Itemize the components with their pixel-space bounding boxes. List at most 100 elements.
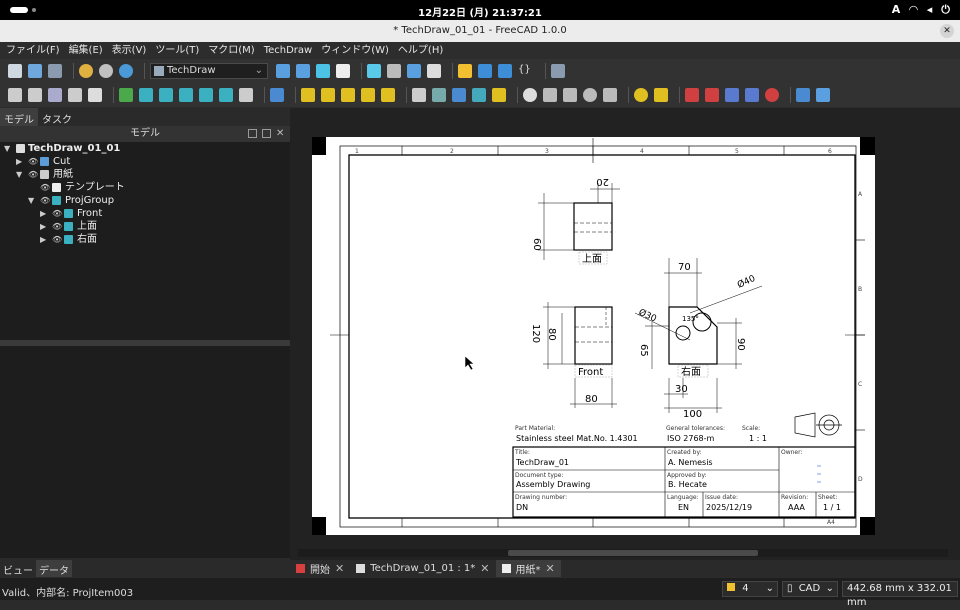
workbench-selector[interactable]: TechDraw ⌄ [150, 63, 268, 79]
macro-code-icon[interactable]: {} [518, 64, 534, 78]
zoom-fit-icon[interactable] [276, 64, 290, 78]
power-icon[interactable]: ⏻ [941, 3, 950, 17]
export-page-icon[interactable] [68, 88, 82, 102]
dimension-label[interactable]: 60 [531, 238, 542, 251]
hatch-icon[interactable] [270, 88, 284, 102]
tree-item-document[interactable]: ▼ TechDraw_01_01 [0, 142, 290, 155]
tools-icon[interactable] [427, 64, 441, 78]
doc-type-value[interactable]: Assembly Drawing [516, 480, 590, 489]
system-tray[interactable]: A ◠ ◂ ⏻ [892, 3, 950, 17]
cosmetic-vertex-icon[interactable] [563, 88, 577, 102]
drawing-canvas[interactable]: 1 2 3 4 5 6 A B C D A4 20 60 上面 120 80 F… [290, 108, 960, 560]
dimension-label[interactable]: 70 [678, 262, 691, 273]
visibility-eye-icon[interactable]: 👁 [28, 168, 38, 181]
weld-symbol-icon[interactable] [634, 88, 648, 102]
center-mark-icon[interactable] [523, 88, 537, 102]
balloon-icon[interactable] [452, 88, 466, 102]
menu-tools[interactable]: ツール(T) [155, 42, 199, 59]
tab-model[interactable]: モデル [0, 108, 38, 126]
close-tab-icon[interactable]: ✕ [335, 562, 344, 575]
visibility-eye-icon[interactable]: 👁 [28, 155, 38, 168]
insert-view-icon[interactable] [119, 88, 133, 102]
system-clock[interactable]: 12月22日 (月) 21:37:21 [0, 4, 960, 19]
revision-value[interactable]: AAA [788, 503, 805, 512]
tree-item-right[interactable]: ▶ 👁 右面 [0, 233, 290, 246]
drawing-number-value[interactable]: DN [516, 503, 528, 512]
expand-arrow-icon[interactable]: ▶ [40, 220, 46, 233]
menu-view[interactable]: 表示(V) [112, 42, 147, 59]
insert-page-icon[interactable] [8, 88, 22, 102]
annotation-icon[interactable] [412, 88, 426, 102]
expand-arrow-icon[interactable]: ▶ [40, 207, 46, 220]
expand-arrow-icon[interactable]: ▼ [4, 142, 10, 155]
language-value[interactable]: EN [678, 503, 689, 512]
menu-edit[interactable]: 編集(E) [69, 42, 103, 59]
dimension-label[interactable]: 100 [683, 409, 702, 420]
float-panel-icon[interactable] [248, 129, 257, 138]
print-icon[interactable] [88, 88, 102, 102]
visibility-eye-icon[interactable]: 👁 [52, 233, 62, 246]
angle-dimension-icon[interactable] [341, 88, 355, 102]
view-isometric-icon[interactable] [316, 64, 330, 78]
part-icon[interactable] [458, 64, 472, 78]
tab-task[interactable]: タスク [38, 108, 76, 126]
issue-value[interactable]: 2025/12/19 [706, 503, 752, 512]
centerline-icon[interactable] [543, 88, 557, 102]
redo-icon[interactable] [99, 64, 113, 78]
restore-panel-icon[interactable] [262, 129, 271, 138]
std-views-icon[interactable] [367, 64, 381, 78]
projection-group-icon[interactable] [199, 88, 213, 102]
scrollbar-thumb[interactable] [508, 550, 758, 556]
tree-item-projgroup[interactable]: ▼ 👁 ProjGroup [0, 194, 290, 207]
symbol-icon[interactable] [472, 88, 486, 102]
expand-arrow-icon[interactable]: ▼ [16, 168, 22, 181]
input-method-indicator[interactable]: A [892, 3, 901, 17]
active-view-icon[interactable] [139, 88, 153, 102]
leader-icon[interactable] [432, 88, 446, 102]
text-annotation-icon[interactable] [796, 88, 810, 102]
open-file-icon[interactable] [28, 64, 42, 78]
new-file-icon[interactable] [8, 64, 22, 78]
dimension-label[interactable]: 135° [682, 315, 699, 323]
toggle-frames-icon[interactable] [725, 88, 739, 102]
folder-icon[interactable] [478, 64, 492, 78]
expand-arrow-icon[interactable]: ▶ [40, 233, 46, 246]
tab-data[interactable]: データ [36, 560, 72, 577]
dimension-label[interactable]: 80 [546, 328, 557, 341]
drawing-view[interactable]: 1 2 3 4 5 6 A B C D A4 20 60 上面 120 80 F… [290, 108, 960, 560]
scale-value[interactable]: 1 : 1 [749, 434, 767, 443]
dimension-label[interactable]: 120 [530, 324, 541, 343]
tree-item-top[interactable]: ▶ 👁 上面 [0, 220, 290, 233]
radius-dimension-icon[interactable] [321, 88, 335, 102]
horizontal-scrollbar[interactable] [298, 549, 948, 557]
volume-icon[interactable]: ◂ [927, 3, 933, 17]
camera-icon[interactable] [159, 88, 173, 102]
doc-tab-page[interactable]: 用紙* ✕ [495, 560, 561, 577]
menu-macro[interactable]: マクロ(M) [208, 42, 254, 59]
created-value[interactable]: A. Nemesis [668, 458, 713, 467]
view-label-front[interactable]: Front [578, 367, 603, 378]
dimension-label[interactable]: 30 [675, 384, 688, 395]
draw-style-icon[interactable] [336, 64, 350, 78]
export-dxf-icon[interactable] [705, 88, 719, 102]
view-label-top[interactable]: 上面 [582, 253, 602, 265]
doc-tab-start[interactable]: 開始 ✕ [290, 560, 350, 577]
line-tool-icon[interactable] [816, 88, 830, 102]
undo-icon[interactable] [79, 64, 93, 78]
midpoint-icon[interactable] [583, 88, 597, 102]
save-icon[interactable] [48, 64, 62, 78]
stack-icon[interactable] [745, 88, 759, 102]
view-menu-icon[interactable] [387, 64, 401, 78]
section-view-icon[interactable] [179, 88, 193, 102]
menu-techdraw[interactable]: TechDraw [264, 42, 313, 59]
close-tab-icon[interactable]: ✕ [480, 562, 489, 575]
menu-window[interactable]: ウィンドウ(W) [321, 42, 389, 59]
tree-item-front[interactable]: ▶ 👁 Front [0, 207, 290, 220]
length-dimension-icon[interactable] [301, 88, 315, 102]
dimension-label[interactable]: 20 [596, 176, 609, 187]
view-label-right[interactable]: 右面 [681, 365, 701, 378]
menu-file[interactable]: ファイル(F) [6, 42, 60, 59]
horizontal-dimension-icon[interactable] [361, 88, 375, 102]
tab-view[interactable]: ビュー [0, 560, 36, 577]
detail-view-icon[interactable] [219, 88, 233, 102]
